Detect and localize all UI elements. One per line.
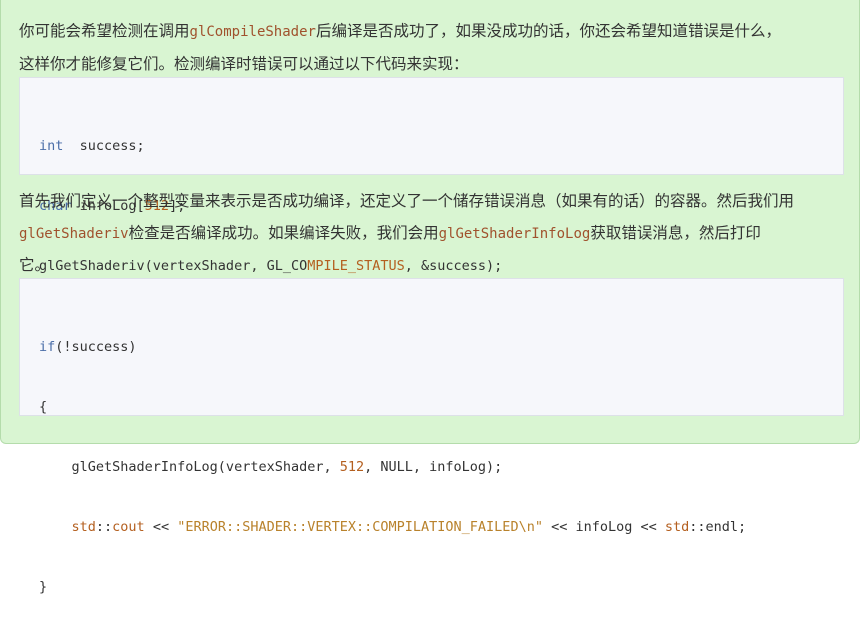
code-line: } — [39, 579, 48, 595]
namespace: std — [71, 519, 96, 535]
text: 你可能会希望检测在调用 — [19, 22, 190, 40]
code-block-declare: int success; char infoLog[512]; glGetSha… — [19, 77, 844, 274]
code-line: if(!success) — [39, 337, 843, 357]
inline-code: glGetShaderInfoLog — [438, 225, 591, 242]
code-line: std::cout << "ERROR::SHADER::VERTEX::COM… — [39, 517, 843, 537]
code-text: :: — [95, 519, 113, 535]
code-text: << infoLog << — [542, 519, 665, 535]
paragraph-intro: 你可能会希望检测在调用glCompileShader后编译是否成功了，如果没成功… — [19, 16, 847, 80]
code-text: , NULL, infoLog); — [364, 459, 503, 475]
namespace: std — [664, 519, 690, 535]
code-text: success; — [63, 138, 145, 154]
code-line: { — [39, 399, 48, 415]
text: 获取错误消息，然后打印 — [590, 223, 761, 242]
paragraph-line: 它。 — [19, 256, 51, 274]
code-text: glGetShaderInfoLog(vertexShader, — [39, 459, 340, 475]
paragraph-explanation: 首先我们定义一个整型变量来表示是否成功编译，还定义了一个储存错误消息（如果有的话… — [19, 186, 847, 282]
number-literal: 512 — [339, 459, 365, 475]
paragraph-line: 这样你才能修复它们。检测编译时错误可以通过以下代码来实现： — [19, 54, 469, 73]
code-block-check: if(!success) { glGetShaderInfoLog(vertex… — [19, 278, 844, 595]
code-text: ::endl; — [689, 519, 747, 535]
keyword: if — [39, 339, 56, 355]
paragraph-line: glGetShaderiv检查是否编译成功。如果编译失败，我们会用glGetSh… — [19, 218, 847, 251]
string-literal: "ERROR::SHADER::VERTEX::COMPILATION_FAIL… — [177, 519, 543, 535]
inline-code: glCompileShader — [189, 24, 316, 40]
content-panel: 你可能会希望检测在调用glCompileShader后编译是否成功了，如果没成功… — [0, 0, 860, 595]
code-line: int success; — [39, 136, 843, 156]
code-text: (!success) — [55, 339, 137, 355]
text: 后编译是否成功了，如果没成功的话，你还会希望知道错误是什么， — [315, 22, 781, 40]
text: 检查是否编译成功。如果编译失败，我们会用 — [128, 223, 439, 242]
paragraph-line: 你可能会希望检测在调用glCompileShader后编译是否成功了，如果没成功… — [19, 16, 847, 49]
inline-code: glGetShaderiv — [19, 225, 129, 242]
code-line: glGetShaderInfoLog(vertexShader, 512, NU… — [39, 457, 843, 477]
identifier: cout — [112, 519, 145, 535]
keyword: int — [39, 138, 64, 154]
code-text: << — [144, 519, 178, 535]
paragraph-line: 首先我们定义一个整型变量来表示是否成功编译，还定义了一个储存错误消息（如果有的话… — [19, 192, 795, 210]
